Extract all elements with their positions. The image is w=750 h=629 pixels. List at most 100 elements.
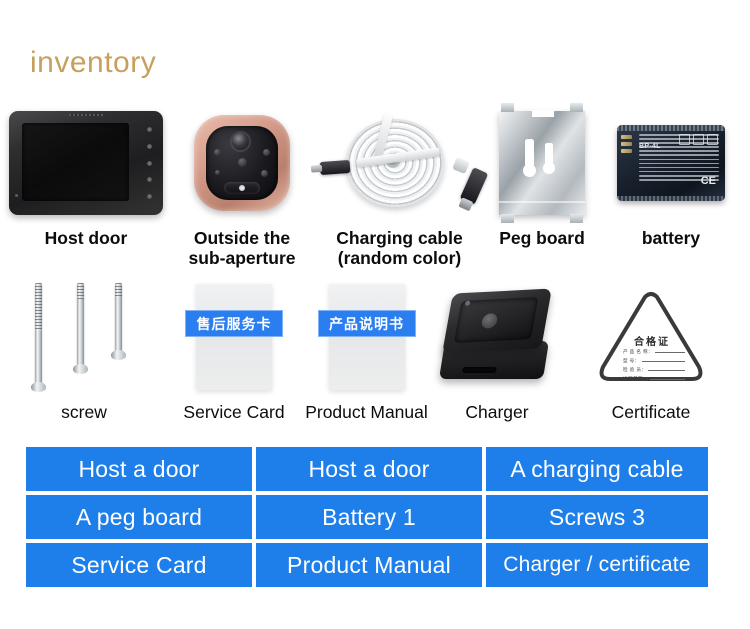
- certificate-image: 合格证 产 品 名 称： 型 号： 检 验 员： 出厂日期：: [595, 278, 707, 396]
- peg-board-icon: [499, 103, 585, 223]
- product-row-1: Host door Outside the sub-aperture Charg…: [0, 103, 750, 269]
- table-cell-host-a-door-2: Host a door: [256, 447, 482, 491]
- certificate-heading: 合格证: [634, 337, 670, 348]
- peephole-sensor: [215, 170, 220, 175]
- host-door-image: [9, 104, 163, 222]
- screw-head: [111, 350, 126, 360]
- cable-connector-micro-usb: [319, 159, 350, 176]
- screw-thread: [35, 283, 42, 331]
- peg-board-image: [499, 103, 585, 223]
- battery-contact: [621, 149, 632, 153]
- product-caption: Host door: [44, 228, 128, 248]
- screw-long: [31, 283, 46, 392]
- monitor-speaker-slit: [69, 114, 105, 116]
- monitor-screen: [22, 123, 129, 201]
- table-cell-a-charging-cable: A charging cable: [486, 447, 708, 491]
- charging-cable-image: [316, 104, 488, 222]
- monitor-button-bar: [147, 127, 152, 199]
- product-caption: Certificate: [611, 402, 691, 422]
- peephole-face: [206, 126, 278, 200]
- monitor-button: [147, 194, 152, 199]
- battery-contacts: [621, 135, 632, 153]
- certificate-field: 型 号：: [623, 358, 685, 364]
- peg-board-tab: [501, 103, 514, 112]
- outside-sub-aperture-image: [194, 104, 290, 222]
- table-row: Host a door Host a door A charging cable: [26, 447, 726, 491]
- product-caption: screw: [61, 402, 107, 422]
- peephole-sensor: [214, 149, 221, 156]
- peg-board-notch: [532, 110, 554, 117]
- table-row: A peg board Battery 1 Screws 3: [26, 495, 726, 539]
- certificate-icon: 合格证 产 品 名 称： 型 号： 检 验 员： 出厂日期：: [595, 287, 707, 387]
- peephole-doorbell-button: [224, 182, 260, 194]
- certificate-field: 检 验 员：: [623, 367, 685, 373]
- certificate-fields: 产 品 名 称： 型 号： 检 验 员： 出厂日期：: [623, 349, 685, 385]
- product-caption: Charging cable (random color): [336, 228, 463, 269]
- product-item-screw: screw: [0, 278, 168, 422]
- monitor-button: [147, 160, 152, 166]
- table-cell-charger-certificate: Charger / certificate: [486, 543, 708, 587]
- certificate-field: 产 品 名 称：: [623, 349, 685, 355]
- product-item-peg-board: Peg board: [487, 103, 597, 269]
- product-row-2: screw 售后服务卡 Service Card 产品说明书 Product M…: [0, 278, 750, 422]
- battery-image: BP-4L CE: [617, 104, 725, 222]
- battery-contact: [621, 142, 632, 146]
- table-cell-host-a-door-1: Host a door: [26, 447, 252, 491]
- screw-image: [19, 278, 149, 396]
- peg-board-seam: [499, 201, 585, 203]
- screw-short: [111, 283, 126, 360]
- service-card-icon: 售后服务卡: [185, 284, 283, 390]
- peg-board-keyhole: [523, 139, 536, 177]
- peg-board-tab: [570, 214, 583, 223]
- table-cell-service-card: Service Card: [26, 543, 252, 587]
- charger-tray: [442, 288, 552, 354]
- screw-thread: [77, 283, 84, 299]
- product-item-service-card: 售后服务卡 Service Card: [168, 278, 300, 422]
- peg-board-tab: [570, 103, 583, 112]
- product-manual-icon: 产品说明书: [317, 284, 416, 390]
- monitor-button: [147, 127, 152, 132]
- peephole-sensor: [263, 149, 270, 156]
- screws-icon: [19, 281, 149, 393]
- monitor-button: [147, 143, 152, 149]
- charging-cable-icon: [316, 112, 488, 213]
- peephole-sensor: [238, 158, 247, 167]
- product-caption: Charger: [465, 402, 529, 422]
- screw-head: [31, 382, 46, 392]
- monitor-side-dot: [15, 194, 18, 197]
- product-item-certificate: 合格证 产 品 名 称： 型 号： 检 验 员： 出厂日期： Certifica…: [561, 278, 741, 422]
- peg-board-keyhole: [543, 143, 555, 174]
- camera-lens-icon: [232, 133, 249, 150]
- service-card-band-text: 售后服务卡: [185, 310, 283, 337]
- host-door-monitor-icon: [9, 111, 163, 215]
- table-cell-screws-3: Screws 3: [486, 495, 708, 539]
- screw-thread: [115, 283, 122, 297]
- product-item-battery: BP-4L CE battery: [597, 104, 745, 269]
- battery-ce-mark: CE: [700, 175, 716, 187]
- table-cell-product-manual: Product Manual: [256, 543, 482, 587]
- screw-medium: [73, 283, 88, 374]
- battery-top-band: [617, 125, 725, 131]
- charger-dock-icon: [438, 285, 556, 389]
- product-manual-image: 产品说明书: [317, 278, 416, 396]
- product-item-charging-cable: Charging cable (random color): [312, 104, 488, 269]
- product-caption: Outside the sub-aperture: [188, 228, 296, 269]
- table-row: Service Card Product Manual Charger / ce…: [26, 543, 726, 587]
- charger-image: [438, 278, 556, 396]
- product-item-product-manual: 产品说明书 Product Manual: [300, 278, 433, 422]
- peephole-sensor: [261, 170, 268, 177]
- service-card-image: 售后服务卡: [185, 278, 283, 396]
- charger-plug-slot: [461, 367, 497, 373]
- peg-board-tab: [501, 214, 514, 223]
- battery-contact: [621, 135, 632, 139]
- battery-certification-marks: [679, 134, 718, 145]
- product-caption: battery: [641, 228, 701, 248]
- page-title: inventory: [30, 46, 157, 79]
- product-caption: Peg board: [499, 228, 585, 248]
- inventory-summary-table: Host a door Host a door A charging cable…: [26, 447, 726, 587]
- cable-ferrule: [451, 156, 470, 175]
- table-cell-a-peg-board: A peg board: [26, 495, 252, 539]
- product-caption: Service Card: [183, 402, 285, 422]
- product-item-outside-sub-aperture: Outside the sub-aperture: [172, 104, 312, 269]
- battery-icon: BP-4L CE: [617, 125, 725, 201]
